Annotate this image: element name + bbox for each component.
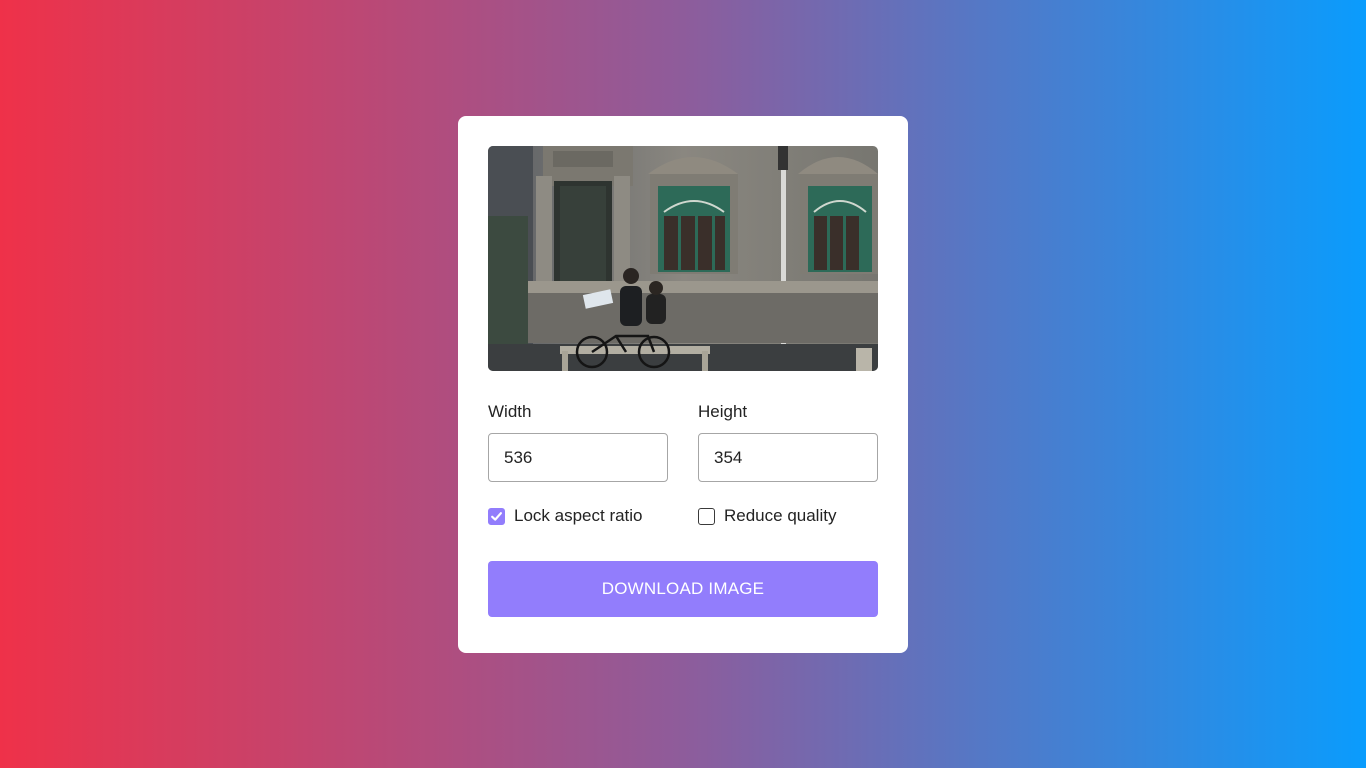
reduce-quality-label: Reduce quality (724, 506, 837, 525)
lock-aspect-ratio-label: Lock aspect ratio (514, 506, 643, 525)
width-input[interactable] (488, 433, 668, 482)
height-field: Height (698, 402, 878, 482)
image-preview (488, 146, 878, 371)
checkbox-checked-icon[interactable] (488, 507, 505, 525)
image-resizer-card: Width Height Lock aspect ratio Reduce qu… (458, 116, 908, 653)
width-label: Width (488, 402, 532, 421)
options: Lock aspect ratio Reduce quality (488, 505, 878, 527)
lock-aspect-ratio-checkbox[interactable]: Lock aspect ratio (488, 505, 698, 527)
height-input[interactable] (698, 433, 878, 482)
checkbox-unchecked-icon[interactable] (698, 507, 715, 525)
dimension-fields: Width Height (488, 402, 878, 482)
width-field: Width (488, 402, 668, 482)
height-label: Height (698, 402, 748, 421)
download-image-button[interactable]: DOWNLOAD IMAGE (488, 561, 878, 617)
reduce-quality-checkbox[interactable]: Reduce quality (698, 505, 878, 527)
